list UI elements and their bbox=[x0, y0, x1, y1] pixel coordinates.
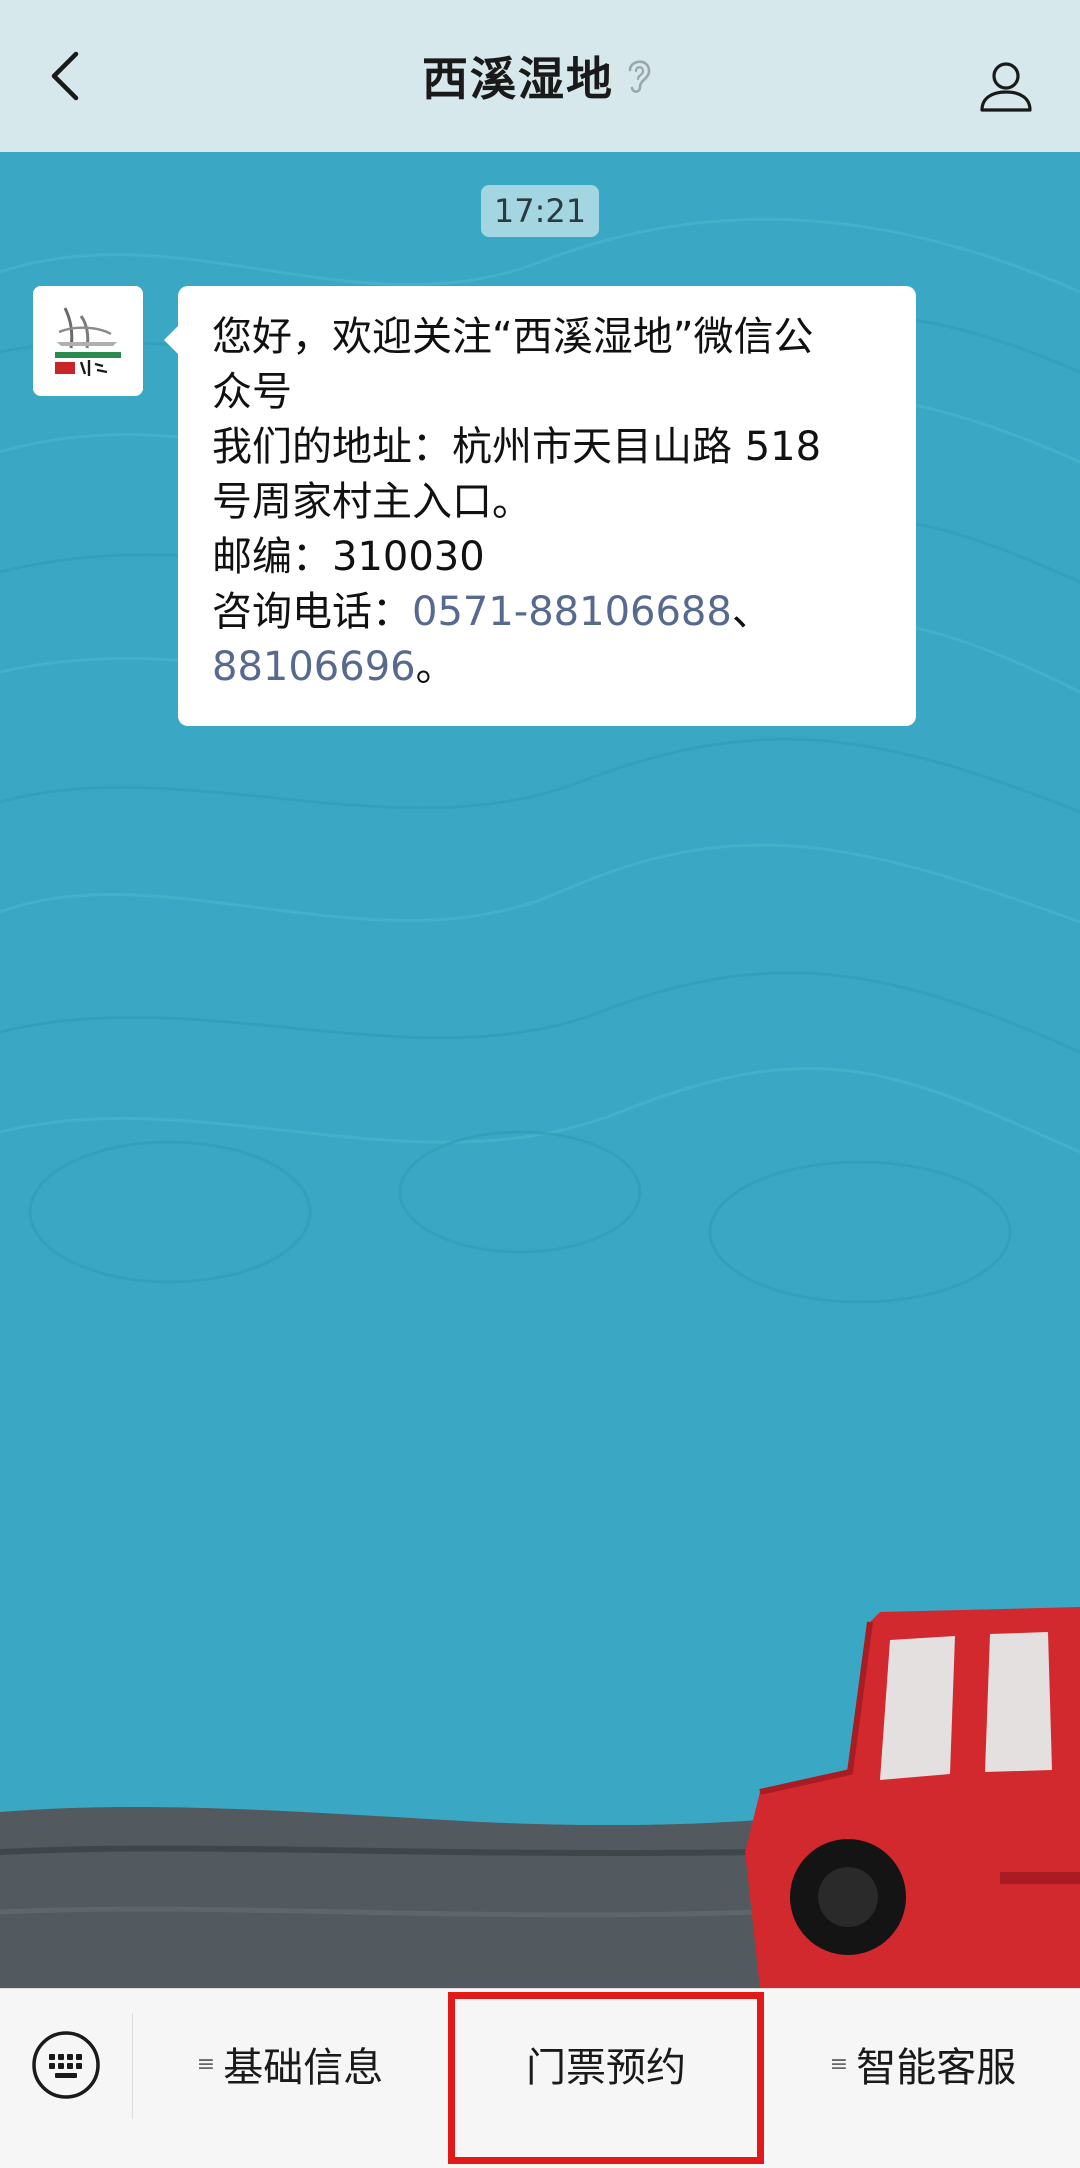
keyboard-toggle-button[interactable] bbox=[30, 2029, 102, 2101]
period-text: 。 bbox=[415, 644, 456, 690]
menu-item-label: 智能客服 bbox=[856, 2045, 1017, 2091]
menu-divider bbox=[132, 2013, 133, 2119]
page-title: 西溪湿地 bbox=[422, 52, 614, 106]
phone-link[interactable]: 0571-88106688 bbox=[412, 589, 732, 635]
phone-label: 咨询电话： bbox=[212, 589, 412, 635]
menu-item-label: 门票预约 bbox=[526, 2045, 686, 2091]
message-line: 咨询电话：0571-88106688、 bbox=[212, 585, 886, 640]
message-line: 邮编：310030 bbox=[212, 534, 485, 580]
phone-link[interactable]: 88106696 bbox=[212, 644, 416, 690]
title-group: 西溪湿地 bbox=[422, 43, 658, 109]
message-line: 您好，欢迎关注“西溪湿地”微信公 bbox=[212, 314, 814, 360]
submenu-icon: ≡ bbox=[196, 2051, 216, 2077]
menu-item-basic-info[interactable]: ≡ 基础信息 bbox=[134, 1989, 446, 2139]
message-line: 我们的地址：杭州市天目山路 518 bbox=[212, 424, 822, 470]
ear-icon bbox=[624, 56, 658, 96]
back-button[interactable] bbox=[36, 46, 96, 106]
message-bubble[interactable]: 您好，欢迎关注“西溪湿地”微信公 众号 我们的地址：杭州市天目山路 518 号周… bbox=[164, 286, 916, 726]
message-line: 众号 bbox=[212, 369, 292, 415]
person-icon bbox=[980, 62, 1032, 112]
keyboard-icon bbox=[32, 2031, 100, 2099]
nav-header: 西溪湿地 bbox=[0, 0, 1080, 152]
menu-item-ticket-booking[interactable]: 门票预约 bbox=[446, 1989, 766, 2139]
message-line: 88106696。 bbox=[212, 640, 886, 695]
chevron-left-icon bbox=[51, 51, 79, 101]
submenu-icon: ≡ bbox=[829, 2051, 849, 2077]
message-timestamp: 17:21 bbox=[481, 185, 599, 237]
bottom-menu-bar: ≡ 基础信息 门票预约 ≡ 智能客服 bbox=[0, 1988, 1080, 2168]
profile-button[interactable] bbox=[976, 56, 1036, 116]
official-account-avatar[interactable] bbox=[33, 286, 143, 396]
menu-item-smart-service[interactable]: ≡ 智能客服 bbox=[766, 1989, 1080, 2139]
menu-item-label: 基础信息 bbox=[223, 2045, 384, 2091]
xixi-wetland-logo bbox=[33, 286, 143, 396]
message-line: 号周家村主入口。 bbox=[212, 479, 532, 525]
separator-text: 、 bbox=[731, 589, 772, 635]
